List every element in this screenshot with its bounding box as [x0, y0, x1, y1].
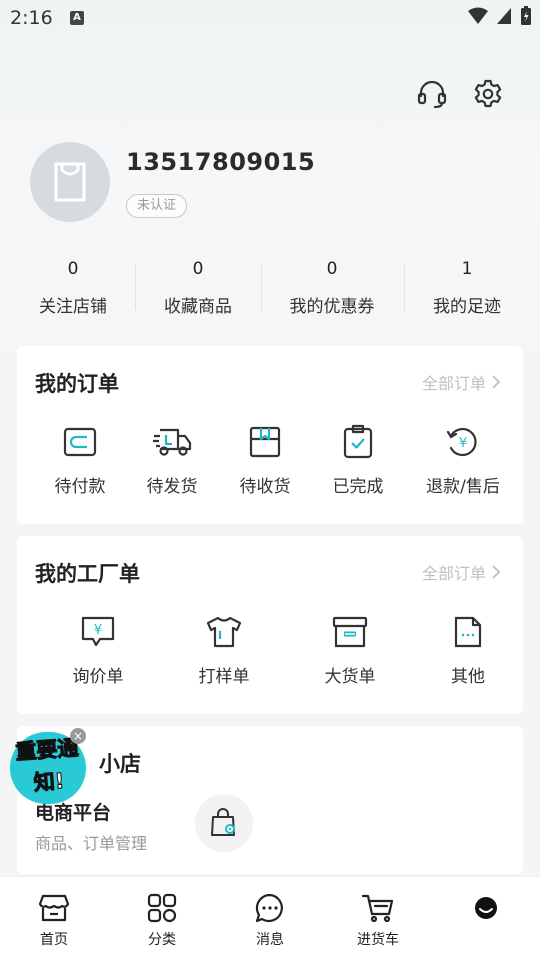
header-actions: [416, 78, 504, 110]
stat-label: 我的足迹: [433, 297, 501, 317]
document-icon: [448, 612, 488, 652]
grid-label: 退款/售后: [426, 477, 500, 497]
shop-description: 商品、订单管理: [35, 834, 148, 853]
customer-service-button[interactable]: [416, 78, 448, 110]
cart-icon: [361, 891, 395, 925]
package-icon: [245, 422, 285, 462]
tab-label: 消息: [256, 932, 284, 948]
order-pending-receipt[interactable]: 待收货: [220, 422, 310, 497]
bottom-tab-bar: 首页 分类 消息 进货车: [0, 876, 540, 960]
tab-home[interactable]: 首页: [14, 891, 94, 949]
order-pending-shipment[interactable]: 待发货: [127, 422, 217, 497]
shop-manage-button[interactable]: [195, 794, 253, 852]
yen-chat-icon: ¥: [78, 612, 118, 652]
tab-label: 首页: [40, 932, 68, 948]
orders-title: 我的订单: [35, 372, 119, 396]
all-orders-label: 全部订单: [421, 564, 486, 583]
stat-value: 0: [67, 259, 79, 279]
tab-label: 进货车: [357, 932, 399, 948]
shop-bag-gear-icon: [211, 808, 235, 836]
stat-value: 1: [461, 259, 473, 279]
refund-icon: ¥: [443, 422, 483, 462]
stat-footprint[interactable]: 1 我的足迹: [402, 256, 532, 317]
battery-icon: [521, 6, 531, 25]
grid-label: 已完成: [332, 477, 384, 497]
verify-status-badge[interactable]: 未认证: [126, 194, 188, 218]
clipboard-check-icon: [338, 422, 378, 462]
notification-icon: A: [70, 11, 84, 25]
grid-label: 待发货: [146, 477, 198, 497]
headset-icon: [417, 80, 447, 109]
stat-value: 0: [192, 259, 204, 279]
tab-profile[interactable]: [446, 891, 526, 929]
important-notice-badge[interactable]: 重要通知! ×: [6, 728, 86, 804]
tab-messages[interactable]: 消息: [230, 891, 310, 949]
profile-icon: [469, 891, 503, 925]
order-refund-aftersale[interactable]: ¥ 退款/售后: [413, 422, 513, 497]
wifi-icon: [468, 7, 488, 24]
factory-bulk[interactable]: 大货单: [305, 612, 395, 687]
grid-label: 其他: [451, 667, 485, 687]
shop-title: 小店: [99, 752, 141, 776]
shopping-bag-icon: [54, 162, 86, 202]
status-time: 2:16: [10, 7, 53, 29]
order-pending-payment[interactable]: 待付款: [35, 422, 125, 497]
factory-title: 我的工厂单: [35, 562, 140, 586]
stat-label: 收藏商品: [164, 297, 232, 317]
avatar[interactable]: [30, 142, 110, 222]
gear-icon: [474, 79, 502, 108]
factory-other[interactable]: 其他: [423, 612, 513, 687]
stat-followed-shops[interactable]: 0 关注店铺: [8, 256, 138, 317]
grid-label: 待收货: [239, 477, 291, 497]
factory-sample[interactable]: 打样单: [179, 612, 269, 687]
chevron-right-icon: [492, 565, 501, 579]
status-bar: 2:16 A: [0, 0, 540, 36]
box-icon: [330, 612, 370, 652]
status-indicators: [468, 6, 532, 26]
orders-card: 我的订单 全部订单 待付款 待发货 待收货 已完成 ¥ 退款/售后: [17, 346, 523, 524]
wallet-icon: [60, 422, 100, 462]
grid-label: 待付款: [54, 477, 106, 497]
grid-label: 打样单: [198, 667, 250, 687]
tab-cart[interactable]: 进货车: [338, 891, 418, 949]
svg-text:¥: ¥: [94, 623, 102, 638]
stats-row: 0 关注店铺 0 收藏商品 0 我的优惠券 1 我的足迹: [0, 256, 540, 326]
all-orders-label: 全部订单: [421, 374, 486, 393]
grid-label: 大货单: [324, 667, 376, 687]
shirt-icon: [204, 612, 244, 652]
user-phone: 13517809015: [126, 148, 316, 176]
order-completed[interactable]: 已完成: [313, 422, 403, 497]
notice-close-button[interactable]: ×: [70, 728, 86, 744]
chevron-right-icon: [492, 375, 501, 389]
divider: [261, 264, 262, 310]
shop-card: 小店 电商平台 商品、订单管理: [17, 726, 523, 874]
stat-label: 关注店铺: [39, 297, 107, 317]
all-orders-link[interactable]: 全部订单: [422, 370, 501, 394]
stat-favorite-goods[interactable]: 0 收藏商品: [133, 256, 263, 317]
message-icon: [253, 891, 287, 925]
store-icon: [37, 891, 71, 925]
stat-coupons[interactable]: 0 我的优惠券: [267, 256, 397, 317]
settings-button[interactable]: [472, 78, 504, 110]
category-icon: [145, 891, 179, 925]
truck-icon: [152, 422, 192, 462]
svg-text:¥: ¥: [459, 436, 467, 451]
grid-label: 询价单: [72, 667, 124, 687]
all-factory-orders-link[interactable]: 全部订单: [422, 560, 501, 584]
factory-orders-card: 我的工厂单 全部订单 ¥ 询价单 打样单 大货单 其他: [17, 536, 523, 714]
stat-label: 我的优惠券: [289, 297, 375, 317]
factory-inquiry[interactable]: ¥ 询价单: [53, 612, 143, 687]
stat-value: 0: [326, 259, 338, 279]
tab-category[interactable]: 分类: [122, 891, 202, 949]
signal-icon: [497, 8, 511, 24]
tab-label: 分类: [148, 932, 176, 948]
